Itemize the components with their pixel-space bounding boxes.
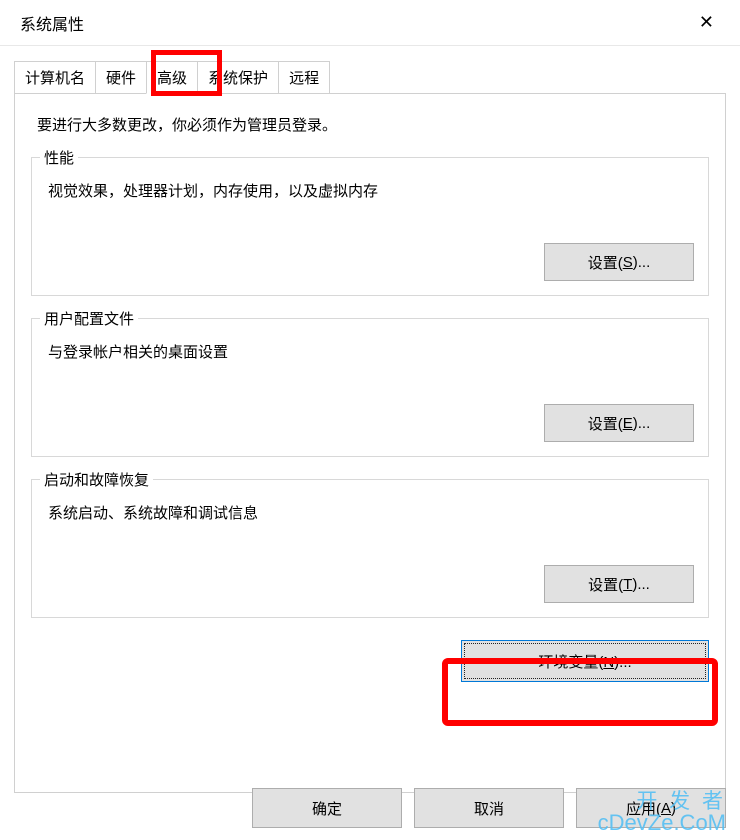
ok-button[interactable]: 确定 [252,788,402,828]
profiles-settings-button[interactable]: 设置(E)... [544,404,694,442]
close-icon[interactable]: ✕ [693,12,720,33]
group-profiles-desc: 与登录帐户相关的桌面设置 [48,341,694,362]
group-startup-recovery: 启动和故障恢复 系统启动、系统故障和调试信息 设置(T)... [31,479,709,618]
window-title: 系统属性 [20,11,84,35]
admin-note: 要进行大多数更改，你必须作为管理员登录。 [37,114,709,135]
group-performance: 性能 视觉效果，处理器计划，内存使用，以及虚拟内存 设置(S)... [31,157,709,296]
group-startup-legend: 启动和故障恢复 [40,469,153,490]
tab-strip: 计算机名 硬件 高级 系统保护 远程 [14,61,740,93]
apply-button[interactable]: 应用(A) [576,788,726,828]
group-startup-desc: 系统启动、系统故障和调试信息 [48,502,694,523]
tab-computer-name[interactable]: 计算机名 [14,61,96,93]
system-properties-window: 系统属性 ✕ 计算机名 硬件 高级 系统保护 远程 要进行大多数更改，你必须作为… [0,0,740,840]
performance-settings-button[interactable]: 设置(S)... [544,243,694,281]
group-profiles-legend: 用户配置文件 [40,308,138,329]
tab-remote[interactable]: 远程 [278,61,330,93]
tab-panel-advanced: 要进行大多数更改，你必须作为管理员登录。 性能 视觉效果，处理器计划，内存使用，… [14,93,726,793]
cancel-button[interactable]: 取消 [414,788,564,828]
tab-hardware[interactable]: 硬件 [95,61,147,93]
group-performance-desc: 视觉效果，处理器计划，内存使用，以及虚拟内存 [48,180,694,201]
env-button-row: 环境变量(N)... [31,640,709,682]
environment-variables-button[interactable]: 环境变量(N)... [461,640,709,682]
startup-settings-button[interactable]: 设置(T)... [544,565,694,603]
group-performance-legend: 性能 [40,147,78,168]
titlebar: 系统属性 ✕ [0,0,740,46]
tab-advanced[interactable]: 高级 [146,61,198,94]
tab-system-protection[interactable]: 系统保护 [197,61,279,93]
group-user-profiles: 用户配置文件 与登录帐户相关的桌面设置 设置(E)... [31,318,709,457]
dialog-buttons: 确定 取消 应用(A) [252,788,726,828]
